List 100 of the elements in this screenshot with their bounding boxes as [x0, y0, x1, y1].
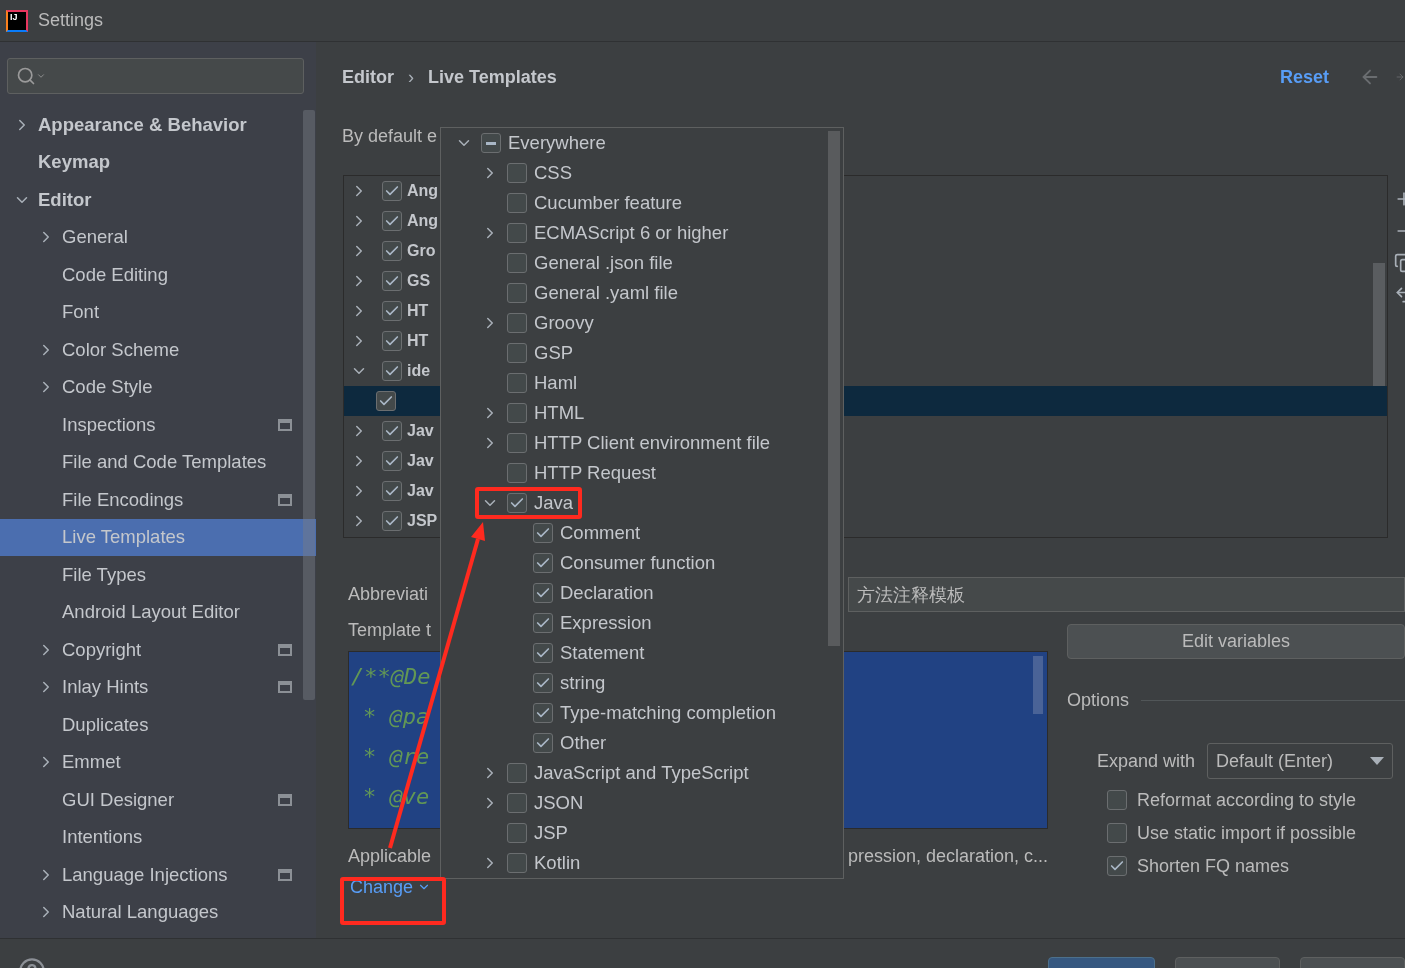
checkbox[interactable]	[533, 613, 553, 633]
sidebar-item[interactable]: Code Style	[0, 368, 316, 406]
context-item[interactable]: HTTP Client environment file	[441, 428, 843, 458]
sidebar-item[interactable]: Duplicates	[0, 706, 316, 744]
reset-link[interactable]: Reset	[1279, 66, 1329, 88]
checkbox[interactable]	[507, 193, 527, 213]
context-item[interactable]: HTTP Request	[441, 458, 843, 488]
checkbox[interactable]	[507, 823, 527, 843]
sidebar-item[interactable]: GUI Designer	[0, 781, 316, 819]
context-item[interactable]: HTML	[441, 398, 843, 428]
checkbox[interactable]	[376, 391, 396, 411]
checkbox[interactable]	[1107, 790, 1127, 810]
context-item[interactable]: CSS	[441, 158, 843, 188]
checkbox[interactable]	[382, 241, 402, 261]
checkbox[interactable]	[507, 313, 527, 333]
context-item[interactable]: Consumer function	[441, 548, 843, 578]
sidebar-item[interactable]: Editor	[0, 181, 316, 219]
checkbox[interactable]	[382, 451, 402, 471]
template-group-label: Ang	[407, 212, 439, 230]
context-item[interactable]: JSON	[441, 788, 843, 818]
sidebar-item[interactable]: Emmet	[0, 743, 316, 781]
checkbox[interactable]	[382, 421, 402, 441]
sidebar-item[interactable]: General	[0, 218, 316, 256]
sidebar-item[interactable]: File Encodings	[0, 481, 316, 519]
checkbox[interactable]	[507, 163, 527, 183]
checkbox[interactable]	[382, 301, 402, 321]
sidebar-item[interactable]: Natural Languages	[0, 893, 316, 931]
context-item[interactable]: ECMAScript 6 or higher	[441, 218, 843, 248]
sidebar-item[interactable]: Intentions	[0, 818, 316, 856]
checkbox[interactable]	[382, 481, 402, 501]
checkbox[interactable]	[507, 793, 527, 813]
change-link[interactable]: Change	[350, 875, 432, 899]
sidebar-item[interactable]: Android Layout Editor	[0, 593, 316, 631]
context-item[interactable]: JavaScript and TypeScript	[441, 758, 843, 788]
sidebar-item[interactable]: Appearance & Behavior	[0, 106, 316, 144]
sidebar-item[interactable]: Copyright	[0, 631, 316, 669]
sidebar-item[interactable]: File and Code Templates	[0, 443, 316, 481]
checkbox[interactable]	[507, 763, 527, 783]
checkbox[interactable]	[507, 493, 527, 513]
template-group-label: HT	[407, 332, 429, 350]
checkbox[interactable]	[533, 583, 553, 603]
expand-with-select[interactable]: Default (Enter)	[1207, 743, 1394, 779]
context-item[interactable]: GSP	[441, 338, 843, 368]
context-item[interactable]: General .yaml file	[441, 278, 843, 308]
checkbox[interactable]	[382, 331, 402, 351]
checkbox[interactable]	[507, 853, 527, 873]
context-item[interactable]: General .json file	[441, 248, 843, 278]
checkbox[interactable]	[533, 553, 553, 573]
checkbox[interactable]	[507, 463, 527, 483]
checkbox[interactable]	[481, 133, 501, 153]
context-item[interactable]: Kotlin	[441, 848, 843, 878]
scrollbar-thumb[interactable]	[828, 131, 840, 646]
breadcrumb-item: Live Templates	[428, 66, 557, 88]
expand-with-label: Expand with	[1097, 750, 1196, 772]
checkbox[interactable]	[507, 403, 527, 423]
checkbox[interactable]	[382, 361, 402, 381]
checkbox[interactable]	[507, 283, 527, 303]
sidebar-item[interactable]: Inspections	[0, 406, 316, 444]
context-item[interactable]: Other	[441, 728, 843, 758]
checkbox[interactable]	[507, 223, 527, 243]
context-item[interactable]: Expression	[441, 608, 843, 638]
checkbox[interactable]	[382, 271, 402, 291]
context-item[interactable]: JSP	[441, 818, 843, 848]
checkbox[interactable]	[382, 181, 402, 201]
checkbox[interactable]	[382, 211, 402, 231]
checkbox[interactable]	[507, 433, 527, 453]
edit-variables-button[interactable]: Edit variables	[1067, 624, 1405, 659]
checkbox[interactable]	[1107, 823, 1127, 843]
context-item[interactable]: Statement	[441, 638, 843, 668]
sidebar-item[interactable]: Language Injections	[0, 856, 316, 894]
sidebar-item[interactable]: Inlay Hints	[0, 668, 316, 706]
checkbox[interactable]	[507, 343, 527, 363]
context-item[interactable]: Declaration	[441, 578, 843, 608]
checkbox[interactable]	[507, 373, 527, 393]
sidebar-item[interactable]: Keymap	[0, 143, 316, 181]
sidebar-item[interactable]: Code Editing	[0, 256, 316, 294]
scrollbar-thumb[interactable]	[1033, 656, 1043, 714]
scrollbar-thumb[interactable]	[303, 110, 315, 700]
checkbox[interactable]	[533, 523, 553, 543]
context-item[interactable]: Type-matching completion	[441, 698, 843, 728]
checkbox[interactable]	[507, 253, 527, 273]
checkbox[interactable]	[382, 511, 402, 531]
context-item[interactable]: Everywhere	[441, 128, 843, 158]
context-item[interactable]: Cucumber feature	[441, 188, 843, 218]
checkbox[interactable]	[533, 673, 553, 693]
context-item[interactable]: Java	[441, 488, 843, 518]
sidebar-item[interactable]: Color Scheme	[0, 331, 316, 369]
description-field[interactable]: 方法注释模板	[848, 577, 1405, 612]
checkbox[interactable]	[533, 703, 553, 723]
scrollbar-thumb[interactable]	[1373, 263, 1385, 386]
sidebar-item[interactable]: File Types	[0, 556, 316, 594]
sidebar-item[interactable]: Font	[0, 293, 316, 331]
checkbox[interactable]	[533, 733, 553, 753]
context-item[interactable]: string	[441, 668, 843, 698]
search-field[interactable]	[7, 58, 304, 94]
checkbox[interactable]	[533, 643, 553, 663]
checkbox[interactable]	[1107, 856, 1127, 876]
context-item[interactable]: Haml	[441, 368, 843, 398]
context-item[interactable]: Comment	[441, 518, 843, 548]
context-item[interactable]: Groovy	[441, 308, 843, 338]
